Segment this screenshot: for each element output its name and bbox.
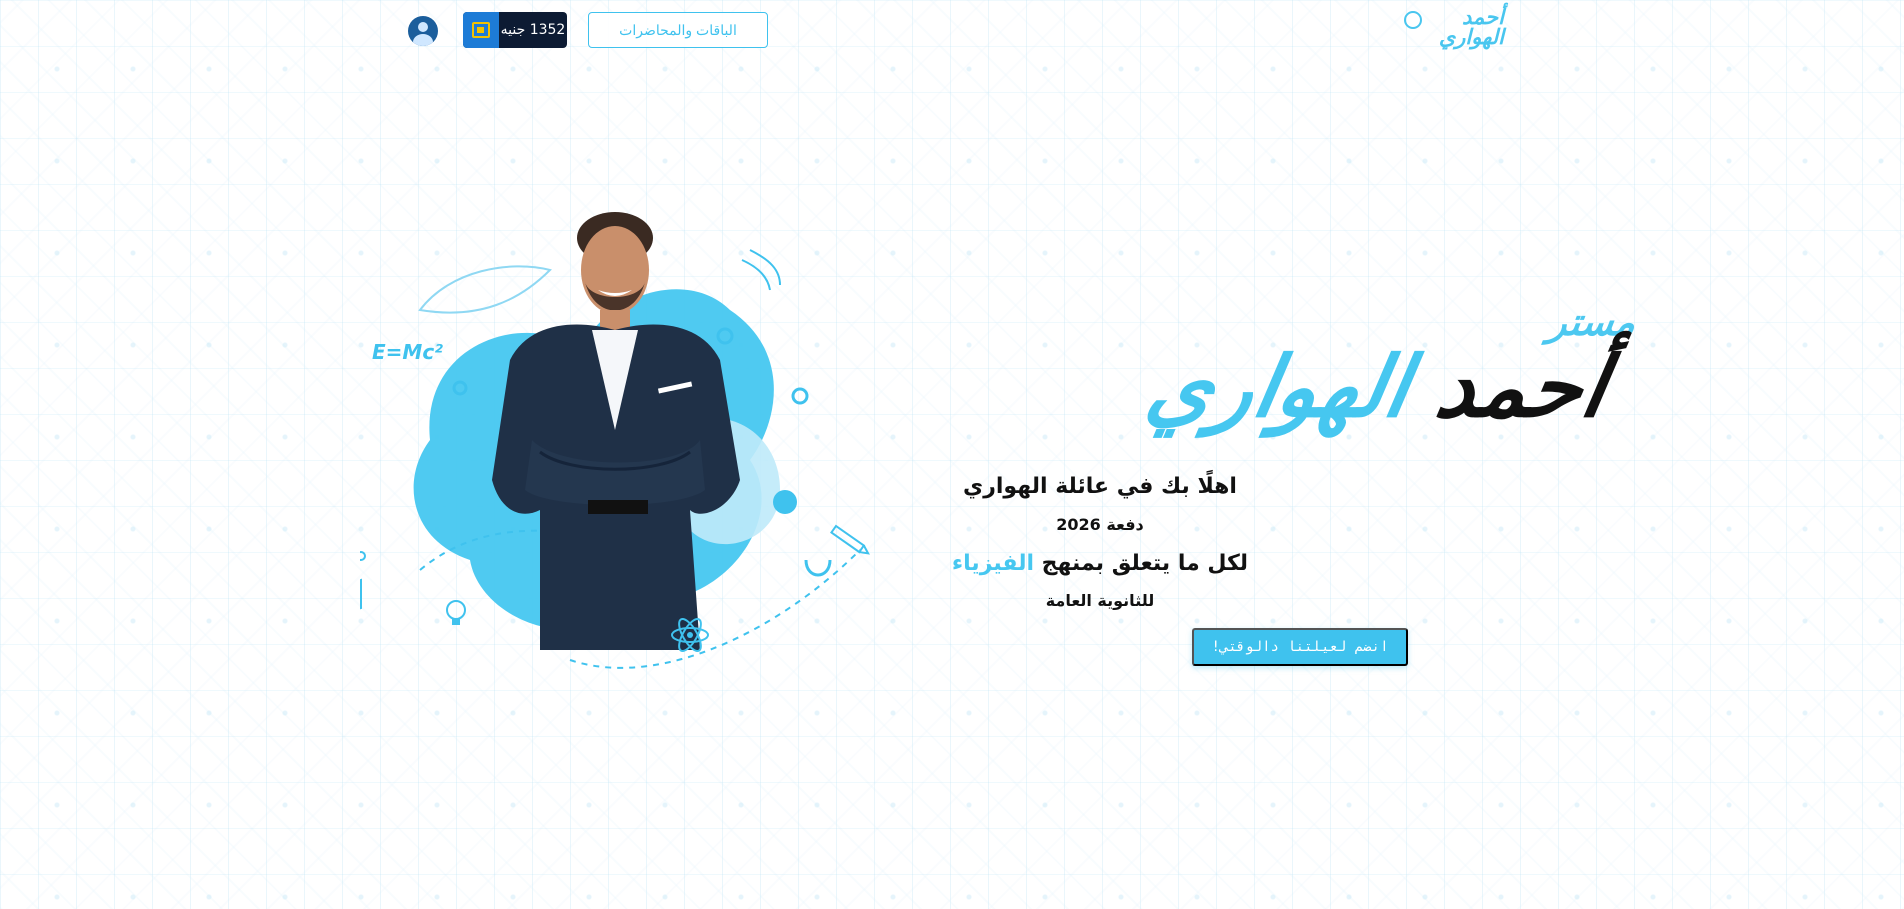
welcome-heading: اهلًا بك في عائلة الهواري [963,474,1237,499]
landing-page: أحمد الهواري الباقات والمحاضرات 1352 جني… [0,0,1904,909]
logo-gear-icon [1404,11,1422,29]
teacher-name: أحمد الهواري [1138,332,1615,442]
lightbulb-icon [446,600,466,625]
balance-amount: 1352 جنيه [500,22,566,38]
circuit-background-pattern [0,0,1904,909]
teacher-last-name: الهواري [1139,338,1418,436]
site-logo[interactable]: أحمد الهواري [1394,7,1504,55]
magnet-icon [804,559,832,577]
logo-line-2: الهواري [1438,25,1504,49]
hero-illustration: E=Mc² [360,190,880,680]
join-now-button[interactable]: انضم لعيلتنا دالوقتي! [1192,628,1408,666]
molecule-icon [360,551,366,561]
wallet-balance[interactable]: 1352 جنيه [463,12,567,48]
formula-text: E=Mc² [372,340,443,364]
grade-level: للثانوية العامة [1045,591,1155,610]
curriculum-line: لكل ما يتعلق بمنهج الفيزياء [850,551,1350,576]
book-icon [360,578,362,610]
wallet-icon [463,12,499,48]
teacher-first-name: أحمد [1429,338,1615,436]
batch-year: دفعة 2026 [1056,515,1144,534]
teacher-illustration [360,212,870,669]
user-avatar-icon[interactable] [408,16,438,46]
header: أحمد الهواري الباقات والمحاضرات 1352 جني… [0,0,1904,64]
packages-lectures-button[interactable]: الباقات والمحاضرات [588,12,768,48]
decor-dot [773,490,797,514]
subject-name: الفيزياء [951,551,1034,576]
curriculum-prefix: لكل ما يتعلق بمنهج [1041,551,1249,576]
